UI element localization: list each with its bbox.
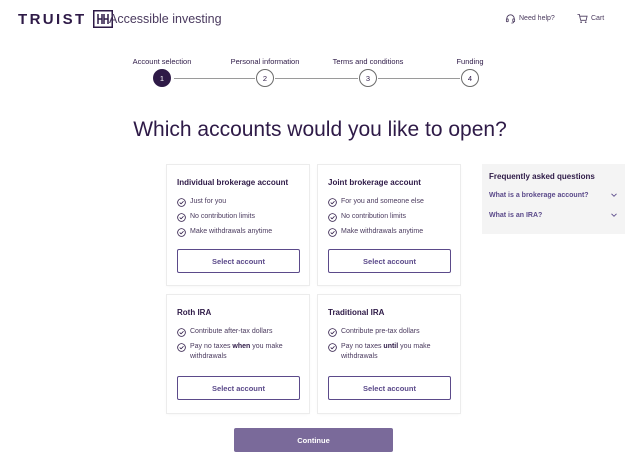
step-label-account-selection: Account selection: [132, 57, 192, 66]
select-account-button-joint[interactable]: Select account: [328, 249, 451, 273]
feature-item: Pay no taxes when you make withdrawals: [177, 342, 299, 362]
stepper-connector: [275, 78, 358, 79]
account-card-title: Roth IRA: [177, 308, 212, 317]
feature-text: No contribution limits: [341, 213, 406, 220]
check-circle-icon: [177, 197, 186, 207]
check-circle-icon: [177, 327, 186, 337]
feature-item: No contribution limits: [177, 212, 299, 222]
feature-item: Make withdrawals anytime: [328, 227, 450, 237]
check-circle-icon: [328, 342, 337, 352]
feature-item: For you and someone else: [328, 197, 450, 207]
select-account-button-roth-ira[interactable]: Select account: [177, 376, 300, 400]
need-help-label: Need help?: [519, 15, 555, 22]
logo-wordmark: TRUIST: [18, 10, 87, 28]
faq-title: Frequently asked questions: [489, 172, 595, 181]
feature-item: Just for you: [177, 197, 299, 207]
cart-icon: [577, 13, 588, 23]
feature-text: Pay no taxes when you make withdrawals: [190, 343, 283, 360]
account-card-roth-ira: Roth IRA Contribute after-tax dollars Pa…: [167, 295, 309, 413]
select-account-button-individual[interactable]: Select account: [177, 249, 300, 273]
feature-item: No contribution limits: [328, 212, 450, 222]
chevron-down-icon: [611, 213, 617, 217]
account-card-individual-brokerage: Individual brokerage account Just for yo…: [167, 165, 309, 285]
account-card-title: Joint brokerage account: [328, 178, 421, 187]
check-circle-icon: [177, 227, 186, 237]
feature-item: Make withdrawals anytime: [177, 227, 299, 237]
account-card-title: Traditional IRA: [328, 308, 385, 317]
faq-panel: Frequently asked questions What is a bro…: [482, 164, 625, 234]
step-4-indicator: 4: [461, 69, 479, 87]
progress-stepper: Account selection 1 Personal information…: [0, 52, 640, 92]
account-card-traditional-ira: Traditional IRA Contribute pre-tax dolla…: [318, 295, 460, 413]
product-name: Accessible investing: [109, 12, 222, 26]
step-label-terms-and-conditions: Terms and conditions: [332, 57, 404, 66]
step-label-funding: Funding: [456, 57, 484, 66]
stepper-connector: [174, 78, 255, 79]
check-circle-icon: [328, 212, 337, 222]
check-circle-icon: [328, 197, 337, 207]
truist-logo[interactable]: TRUIST: [18, 10, 113, 28]
faq-question: What is an IRA?: [489, 211, 543, 219]
feature-text: For you and someone else: [341, 198, 424, 205]
check-circle-icon: [328, 327, 337, 337]
feature-text: Contribute after-tax dollars: [190, 328, 273, 335]
step-2-indicator: 2: [256, 69, 274, 87]
feature-text: Make withdrawals anytime: [341, 228, 424, 235]
step-3-indicator: 3: [359, 69, 377, 87]
feature-text: No contribution limits: [190, 213, 255, 220]
check-circle-icon: [177, 212, 186, 222]
cart-label: Cart: [591, 15, 605, 22]
step-1-indicator: 1: [153, 69, 171, 87]
feature-text: Pay no taxes until you make withdrawals: [341, 343, 431, 360]
cart-link[interactable]: Cart: [577, 13, 604, 24]
faq-item-brokerage-account[interactable]: What is a brokerage account?: [489, 191, 618, 199]
feature-item: Contribute pre-tax dollars: [328, 327, 450, 337]
faq-item-ira[interactable]: What is an IRA?: [489, 211, 618, 219]
faq-question: What is a brokerage account?: [489, 191, 589, 199]
account-card-title: Individual brokerage account: [177, 178, 289, 187]
headset-icon: [505, 14, 516, 24]
stepper-connector: [378, 78, 460, 79]
chevron-down-icon: [611, 193, 617, 197]
step-label-personal-information: Personal information: [230, 57, 300, 66]
check-circle-icon: [177, 342, 186, 352]
select-account-button-traditional-ira[interactable]: Select account: [328, 376, 451, 400]
page-title: Which accounts would you like to open?: [133, 118, 507, 141]
continue-button[interactable]: Continue: [234, 428, 393, 452]
feature-item: Pay no taxes until you make withdrawals: [328, 342, 450, 362]
need-help-link[interactable]: Need help?: [505, 13, 555, 24]
feature-text: Contribute pre-tax dollars: [341, 328, 420, 335]
feature-item: Contribute after-tax dollars: [177, 327, 299, 337]
header: TRUIST Accessible investing Need help? C…: [0, 0, 640, 40]
feature-text: Make withdrawals anytime: [190, 228, 273, 235]
feature-text: Just for you: [190, 198, 227, 205]
check-circle-icon: [328, 227, 337, 237]
account-card-joint-brokerage: Joint brokerage account For you and some…: [318, 165, 460, 285]
